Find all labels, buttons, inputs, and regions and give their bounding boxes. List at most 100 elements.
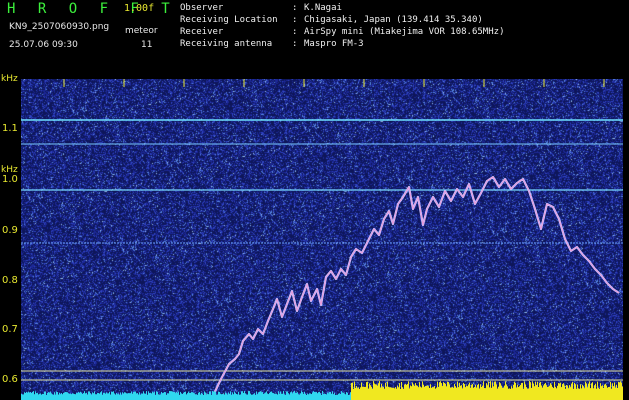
signal-level-bar bbox=[348, 394, 349, 400]
signal-level-bar bbox=[118, 393, 119, 400]
signal-level-bar bbox=[570, 387, 571, 400]
signal-level-bar bbox=[225, 392, 226, 400]
signal-level-bar bbox=[113, 391, 114, 400]
signal-level-bar bbox=[401, 381, 402, 400]
signal-level-bar bbox=[188, 391, 189, 400]
signal-level-bar bbox=[342, 392, 343, 400]
signal-level-bar bbox=[409, 388, 410, 400]
signal-level-bar bbox=[444, 383, 445, 400]
signal-level-bar bbox=[272, 392, 273, 400]
signal-level-bar bbox=[219, 391, 220, 400]
signal-level-bar bbox=[215, 391, 216, 400]
signal-level-bar bbox=[310, 393, 311, 400]
signal-level-bar bbox=[490, 381, 491, 400]
signal-level-bar bbox=[295, 392, 296, 400]
signal-level-bar bbox=[209, 391, 210, 400]
signal-level-bar bbox=[420, 386, 421, 400]
signal-level-bar bbox=[437, 381, 438, 400]
signal-level-bar bbox=[261, 392, 262, 400]
signal-level-bar bbox=[133, 391, 134, 400]
signal-level-bar bbox=[110, 394, 111, 400]
signal-level-bar bbox=[448, 382, 449, 400]
signal-level-bar bbox=[41, 394, 42, 400]
signal-level-bar bbox=[505, 381, 506, 400]
signal-level-bar bbox=[311, 394, 312, 400]
signal-level-bar bbox=[204, 391, 205, 400]
signal-level-bar bbox=[497, 388, 498, 400]
signal-level-bar bbox=[577, 384, 578, 400]
signal-level-bar bbox=[122, 392, 123, 400]
signal-level-bar bbox=[367, 381, 368, 400]
signal-level-bar bbox=[302, 392, 303, 400]
signal-level-bar bbox=[345, 394, 346, 400]
signal-level-bar bbox=[436, 387, 437, 400]
signal-level-bar bbox=[144, 393, 145, 400]
signal-level-bar bbox=[294, 391, 295, 400]
signal-level-bar bbox=[591, 383, 592, 400]
signal-level-bar bbox=[435, 388, 436, 400]
signal-level-bar bbox=[460, 385, 461, 400]
meteor-trace-core bbox=[210, 176, 620, 400]
signal-level-bar bbox=[476, 387, 477, 400]
signal-level-bar bbox=[27, 392, 28, 400]
signal-level-bar bbox=[65, 391, 66, 400]
signal-level-bar bbox=[552, 386, 553, 400]
signal-level-bar bbox=[59, 392, 60, 400]
signal-level-bar bbox=[297, 392, 298, 400]
signal-level-bar bbox=[36, 393, 37, 400]
signal-level-bar bbox=[167, 393, 168, 400]
signal-level-bar bbox=[96, 394, 97, 400]
signal-level-bar bbox=[136, 393, 137, 400]
signal-level-bar bbox=[326, 394, 327, 400]
signal-level-bar bbox=[112, 391, 113, 400]
signal-level-bar bbox=[487, 385, 488, 400]
signal-level-bar bbox=[87, 394, 88, 400]
signal-level-bar bbox=[163, 392, 164, 400]
signal-level-bar bbox=[236, 393, 237, 400]
signal-level-bar bbox=[453, 387, 454, 400]
signal-level-bar bbox=[148, 391, 149, 400]
signal-level-bar bbox=[399, 383, 400, 400]
signal-level-bar bbox=[615, 387, 616, 400]
signal-level-bar bbox=[119, 394, 120, 400]
signal-level-bar bbox=[557, 385, 558, 400]
signal-level-bar bbox=[601, 386, 602, 400]
signal-level-bar bbox=[597, 381, 598, 400]
signal-level-bar bbox=[58, 394, 59, 400]
signal-level-bar bbox=[102, 394, 103, 400]
signal-level-bar bbox=[146, 391, 147, 400]
signal-level-bar bbox=[614, 382, 615, 400]
signal-level-bar bbox=[91, 394, 92, 400]
signal-level-bar bbox=[445, 383, 446, 400]
signal-level-bar bbox=[338, 393, 339, 400]
signal-level-bar bbox=[622, 386, 623, 400]
signal-level-bar bbox=[595, 383, 596, 400]
signal-level-bar bbox=[116, 393, 117, 400]
signal-level-bar bbox=[274, 393, 275, 400]
signal-level-bar bbox=[350, 392, 351, 400]
signal-level-bar bbox=[149, 393, 150, 400]
signal-level-bar bbox=[351, 383, 352, 400]
signal-level-bar bbox=[593, 388, 594, 400]
signal-level-bar bbox=[481, 386, 482, 400]
signal-level-bar bbox=[57, 392, 58, 400]
signal-level-bar bbox=[252, 394, 253, 400]
y-tick-label: 0.8 bbox=[2, 275, 18, 286]
signal-level-bar bbox=[531, 388, 532, 400]
signal-level-bar bbox=[56, 391, 57, 400]
signal-level-bar bbox=[451, 387, 452, 400]
signal-level-bar bbox=[93, 393, 94, 400]
signal-level-bar bbox=[305, 393, 306, 400]
signal-level-bar bbox=[70, 393, 71, 400]
signal-level-bar bbox=[379, 381, 380, 400]
signal-level-bar bbox=[267, 393, 268, 400]
signal-level-bar bbox=[168, 393, 169, 400]
signal-level-bar bbox=[489, 387, 490, 400]
signal-level-bar bbox=[303, 393, 304, 400]
signal-level-bar bbox=[299, 394, 300, 400]
signal-level-bar bbox=[492, 382, 493, 400]
signal-level-bar bbox=[79, 392, 80, 400]
signal-level-bar bbox=[84, 391, 85, 400]
signal-level-bar bbox=[527, 388, 528, 400]
signal-level-bar bbox=[333, 394, 334, 400]
